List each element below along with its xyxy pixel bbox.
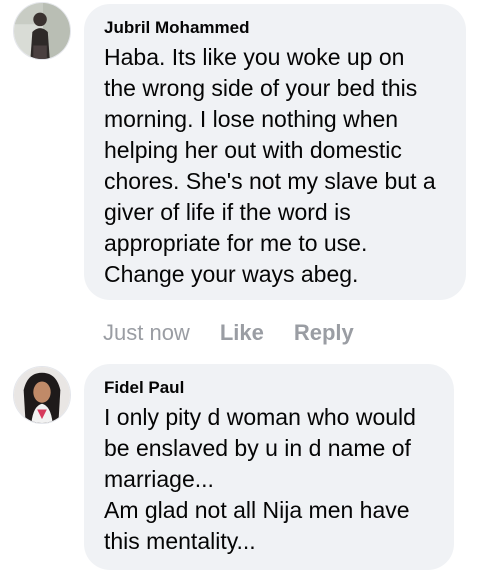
- commenter-avatar[interactable]: [13, 366, 71, 424]
- like-button[interactable]: Like: [220, 320, 264, 346]
- comment-author[interactable]: Fidel Paul: [104, 378, 434, 398]
- comment-text-line: Haba. Its like you woke up on: [104, 44, 405, 70]
- comment-text-line: the wrong side of your bed this: [104, 75, 418, 101]
- comment-text-line: giver of life if the word is: [104, 199, 351, 225]
- comment-text-line: morning. I lose nothing when: [104, 106, 399, 132]
- comment-text-line: this mentality...: [104, 528, 256, 554]
- comment-text-line: marriage...: [104, 466, 214, 492]
- user-photo-icon: [14, 3, 70, 59]
- comment-text-line: helping her out with domestic: [104, 137, 402, 163]
- user-photo-icon: [14, 367, 70, 423]
- comment-text-line: chores. She's not my slave but a: [104, 168, 436, 194]
- comment-bubble: Fidel Paul I only pity d woman who would…: [84, 364, 454, 570]
- comment-author[interactable]: Jubril Mohammed: [104, 18, 446, 38]
- comment-text-line: be enslaved by u in d name of: [104, 435, 411, 461]
- comment-bubble: Jubril Mohammed Haba. Its like you woke …: [84, 4, 466, 300]
- comment-actions: Just now Like Reply: [103, 318, 384, 348]
- comment-text-line: Am glad not all Nija men have: [104, 497, 410, 523]
- comment-text-line: Change your ways abeg.: [104, 261, 359, 287]
- comment-text-line: I only pity d woman who would: [104, 404, 416, 430]
- commenter-avatar[interactable]: [13, 2, 71, 60]
- comment-text-line: appropriate for me to use.: [104, 230, 368, 256]
- comment-timestamp[interactable]: Just now: [103, 320, 190, 346]
- reply-button[interactable]: Reply: [294, 320, 354, 346]
